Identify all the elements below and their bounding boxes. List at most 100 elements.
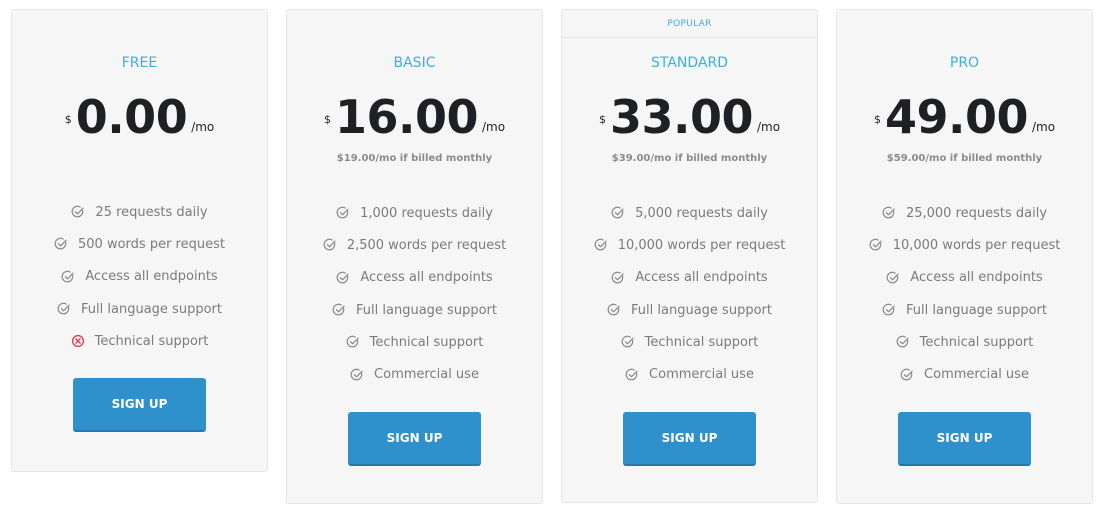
feature-list: 25 requests daily 500 words per request … [12, 196, 267, 357]
billed-monthly-note: $39.00/mo if billed monthly [611, 153, 768, 164]
check-circle-icon [336, 206, 350, 220]
feature-list: 1,000 requests daily 2,500 words per req… [287, 197, 542, 391]
sign-up-button[interactable]: SIGN UP [73, 378, 206, 433]
price: $ 33.00 /mo [562, 92, 817, 142]
pricing-card-free: FREE $ 0.00 /mo 25 requests daily 500 wo… [11, 9, 268, 472]
currency-symbol: $ [873, 113, 881, 126]
feature-text: Full language support [356, 302, 497, 318]
feature-text: 10,000 words per request [617, 237, 786, 253]
check-circle-icon [625, 368, 639, 382]
check-circle-icon [611, 271, 625, 285]
check-circle-icon [869, 238, 883, 252]
price-period: /mo [1031, 120, 1056, 134]
feature-item: 2,500 words per request [287, 229, 542, 261]
feature-list: 25,000 requests daily 10,000 words per r… [837, 197, 1092, 391]
feature-item: Technical support [12, 325, 267, 357]
check-circle-icon [882, 303, 896, 317]
billed-monthly-note [12, 153, 267, 167]
feature-item: Access all endpoints [287, 262, 542, 294]
feature-text: Commercial use [374, 367, 479, 383]
check-circle-icon [896, 335, 910, 349]
feature-item: Access all endpoints [12, 261, 267, 293]
feature-item: Full language support [12, 293, 267, 325]
sign-up-button[interactable]: SIGN UP [898, 411, 1031, 466]
feature-item: 500 words per request [12, 228, 267, 260]
feature-text: Access all endpoints [85, 269, 218, 285]
check-circle-icon [882, 206, 896, 220]
feature-text: 500 words per request [78, 236, 225, 252]
price-period: /mo [191, 120, 215, 134]
check-circle-icon [323, 238, 337, 252]
check-circle-icon [886, 271, 900, 285]
feature-text: 25 requests daily [95, 204, 208, 220]
plan-name: BASIC [393, 55, 436, 71]
feature-text: Commercial use [649, 367, 754, 383]
feature-item: Technical support [287, 326, 542, 358]
feature-text: Technical support [919, 334, 1034, 350]
check-circle-icon [54, 237, 68, 251]
feature-item: Commercial use [562, 358, 817, 390]
feature-item: 25,000 requests daily [837, 197, 1092, 229]
feature-item: Access all endpoints [837, 262, 1092, 294]
check-circle-icon [607, 303, 621, 317]
feature-item: Technical support [562, 326, 817, 358]
feature-item: Full language support [287, 294, 542, 326]
check-circle-icon [61, 270, 75, 284]
feature-item: Access all endpoints [562, 262, 817, 294]
check-circle-icon [332, 303, 346, 317]
feature-item: 10,000 words per request [837, 229, 1092, 261]
feature-text: Access all endpoints [360, 270, 493, 286]
feature-item: 5,000 requests daily [562, 197, 817, 229]
price-amount: 0.00 [75, 90, 188, 144]
plan-name: FREE [121, 55, 158, 71]
check-circle-icon [57, 302, 71, 316]
feature-text: Access all endpoints [635, 270, 768, 286]
feature-text: Technical support [94, 333, 209, 349]
feature-text: Full language support [906, 302, 1047, 318]
plan-name: PRO [949, 55, 980, 71]
feature-item: Full language support [837, 294, 1092, 326]
sign-up-button[interactable]: SIGN UP [623, 411, 756, 466]
billed-monthly-note: $19.00/mo if billed monthly [336, 153, 493, 164]
check-circle-icon [346, 335, 360, 349]
feature-text: 1,000 requests daily [360, 205, 493, 221]
feature-text: Full language support [631, 302, 772, 318]
currency-symbol: $ [64, 113, 72, 126]
feature-item: Technical support [837, 326, 1092, 358]
x-circle-icon [71, 334, 85, 348]
feature-item: Full language support [562, 294, 817, 326]
price-amount: 33.00 [609, 90, 754, 144]
pricing-card-standard: POPULAR STANDARD $ 33.00 /mo $39.00/mo if… [561, 9, 818, 503]
price-amount: 16.00 [334, 90, 479, 144]
feature-text: Access all endpoints [910, 270, 1043, 286]
feature-text: Technical support [644, 334, 759, 350]
price: $ 0.00 /mo [12, 92, 267, 142]
check-circle-icon [350, 368, 364, 382]
feature-item: Commercial use [837, 358, 1092, 390]
feature-text: 5,000 requests daily [635, 205, 768, 221]
popular-badge: POPULAR [562, 10, 817, 38]
price-amount: 49.00 [884, 90, 1029, 144]
check-circle-icon [594, 238, 608, 252]
feature-item: 25 requests daily [12, 196, 267, 228]
sign-up-button[interactable]: SIGN UP [348, 411, 481, 466]
feature-text: 2,500 words per request [346, 237, 507, 253]
plan-name: STANDARD [650, 55, 729, 71]
feature-item: Commercial use [287, 358, 542, 390]
check-circle-icon [611, 206, 625, 220]
check-circle-icon [900, 368, 914, 382]
currency-symbol: $ [323, 113, 331, 126]
feature-text: Full language support [81, 301, 222, 317]
feature-text: 10,000 words per request [892, 237, 1061, 253]
price: $ 49.00 /mo [837, 92, 1092, 142]
price-period: /mo [481, 120, 506, 134]
pricing-card-pro: PRO $ 49.00 /mo $59.00/mo if billed mont… [836, 9, 1093, 504]
feature-text: Technical support [369, 334, 484, 350]
check-circle-icon [336, 271, 350, 285]
pricing-card-basic: BASIC $ 16.00 /mo $19.00/mo if billed mo… [286, 9, 543, 504]
check-circle-icon [71, 205, 85, 219]
price-period: /mo [756, 120, 781, 134]
currency-symbol: $ [598, 113, 606, 126]
feature-item: 1,000 requests daily [287, 197, 542, 229]
feature-list: 5,000 requests daily 10,000 words per re… [562, 197, 817, 391]
